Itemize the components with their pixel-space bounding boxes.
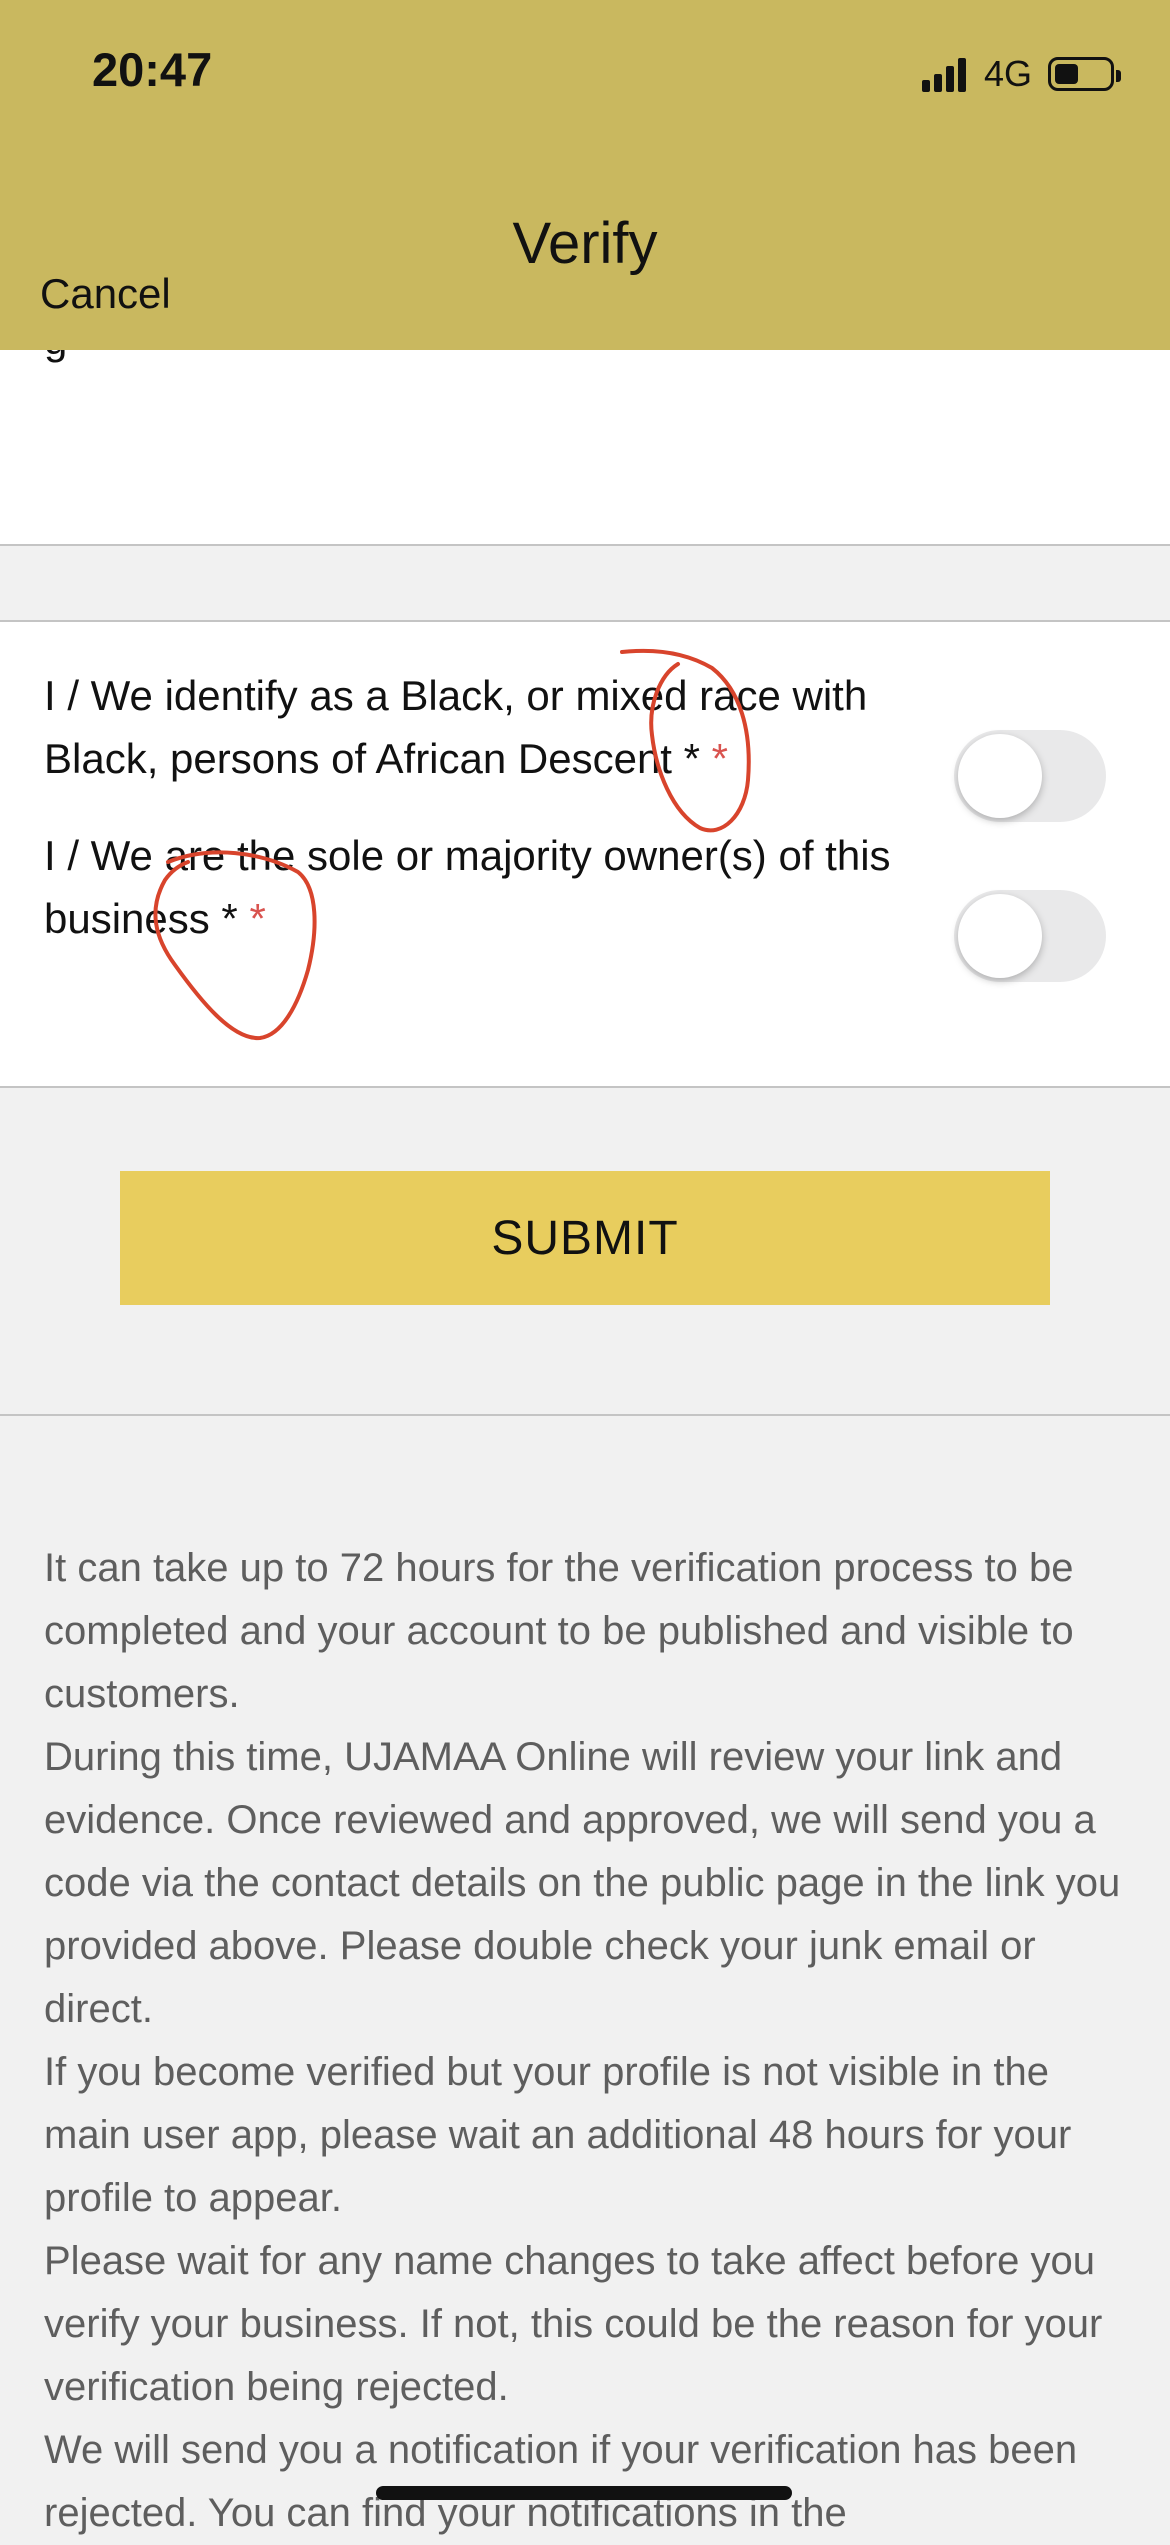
- battery-icon: [1048, 57, 1121, 91]
- toggle-label: I / We are the sole or majority owner(s)…: [44, 824, 924, 950]
- toggle-label-text: I / We are the sole or majority owner(s)…: [44, 832, 891, 942]
- submit-button[interactable]: SUBMIT: [120, 1171, 1050, 1305]
- identity-toggle[interactable]: [954, 730, 1106, 822]
- info-paragraph: If you become verified but your profile …: [44, 2050, 1072, 2220]
- status-indicators: 4G: [921, 52, 1121, 96]
- toggle-label: I / We identify as a Black, or mixed rac…: [44, 664, 924, 790]
- info-paragraph: Please wait for any name changes to take…: [44, 2239, 1103, 2409]
- info-paragraph: It can take up to 72 hours for the verif…: [44, 1546, 1074, 1716]
- nav-header: 20:47 4G Verify Cancel: [0, 0, 1170, 350]
- scrolled-form-section: g: [0, 350, 1170, 546]
- toggle-knob: [958, 734, 1042, 818]
- page-title: Verify: [512, 211, 658, 276]
- required-asterisk: *: [711, 735, 729, 782]
- info-paragraph: During this time, UJAMAA Online will rev…: [44, 1735, 1121, 2031]
- clipped-text: g: [44, 350, 67, 364]
- home-indicator[interactable]: [376, 2486, 792, 2500]
- cancel-button[interactable]: Cancel: [40, 270, 171, 318]
- required-asterisk: *: [249, 895, 266, 942]
- divider: [0, 1414, 1170, 1416]
- toggle-knob: [958, 894, 1042, 978]
- ownership-toggle[interactable]: [954, 890, 1106, 982]
- declaration-section: I / We identify as a Black, or mixed rac…: [0, 620, 1170, 1088]
- cellular-signal-icon: [921, 56, 970, 92]
- status-time: 20:47: [92, 43, 213, 96]
- toggle-label-text: I / We identify as a Black, or mixed rac…: [44, 672, 868, 782]
- verification-info: It can take up to 72 hours for the verif…: [44, 1537, 1134, 2545]
- battery-level-fill: [1055, 64, 1078, 84]
- info-paragraph: We will send you a notification if your …: [44, 2428, 1078, 2535]
- network-type: 4G: [983, 53, 1032, 94]
